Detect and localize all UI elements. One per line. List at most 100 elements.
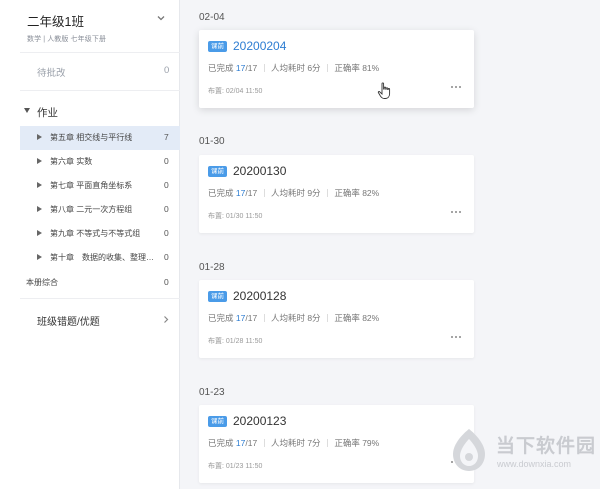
chevron-down-icon[interactable] <box>155 12 167 24</box>
sidebar-item-chapter-10[interactable]: 第十章 数据的收集、整理… 0 <box>20 246 180 270</box>
separator <box>263 314 265 322</box>
separator <box>263 64 265 72</box>
date-label: 01-28 <box>199 262 225 273</box>
ellipsis-icon[interactable] <box>449 82 463 92</box>
pending-count: 0 <box>164 65 170 76</box>
ellipsis-icon[interactable] <box>449 207 463 217</box>
chapter-count: 7 <box>164 132 169 142</box>
separator <box>326 189 328 197</box>
total-count: /17 <box>245 188 258 198</box>
done-label: 已完成 <box>208 188 234 198</box>
separator <box>326 314 328 322</box>
assignment-card[interactable]: 课前 20200128 已完成 17/17 人均耗时 8分 正确率 82% 布置… <box>199 280 474 358</box>
avg-time: 7分 <box>307 438 321 448</box>
sidebar-item-pending[interactable]: 待批改 0 <box>0 60 180 82</box>
caret-right-icon[interactable] <box>37 134 42 140</box>
assignment-tag: 课前 <box>208 291 227 302</box>
chapter-label: 第十章 数据的收集、整理… <box>50 253 154 262</box>
assignment-card[interactable]: 课前 20200123 已完成 17/17 人均耗时 7分 正确率 79% 布置… <box>199 405 474 483</box>
assignment-tag: 课前 <box>208 41 227 52</box>
caret-right-icon[interactable] <box>37 206 42 212</box>
assignment-title[interactable]: 20200130 <box>233 164 286 178</box>
accuracy-label: 正确率 <box>334 188 360 198</box>
avg-time: 6分 <box>307 63 321 73</box>
assignment-title[interactable]: 20200123 <box>233 414 286 428</box>
accuracy: 82% <box>362 313 380 323</box>
separator <box>326 64 328 72</box>
pending-label: 待批改 <box>37 68 66 79</box>
class-selector[interactable]: 二年级1班 数学 | 人教版 七年级下册 <box>0 0 180 52</box>
chevron-right-icon <box>164 316 169 323</box>
watermark: 当下软件园 www.downxia.com <box>448 427 596 477</box>
ellipsis-icon[interactable] <box>449 332 463 342</box>
watermark-url: www.downxia.com <box>497 459 572 469</box>
date-label: 01-30 <box>199 136 225 147</box>
caret-right-icon[interactable] <box>37 158 42 164</box>
accuracy: 79% <box>362 438 380 448</box>
separator <box>263 189 265 197</box>
homework-label: 作业 <box>37 107 58 119</box>
caret-right-icon[interactable] <box>37 182 42 188</box>
divider <box>20 298 180 299</box>
caret-right-icon[interactable] <box>37 254 42 260</box>
class-subtitle: 数学 | 人教版 七年级下册 <box>27 36 107 43</box>
chapter-count: 0 <box>164 252 169 262</box>
book-review-label: 本册综合 <box>26 278 58 287</box>
sidebar-item-chapter-6[interactable]: 第六章 实数 0 <box>20 150 180 174</box>
assignment-tag: 课前 <box>208 416 227 427</box>
sidebar-item-chapter-8[interactable]: 第八章 二元一次方程组 0 <box>20 198 180 222</box>
sidebar-item-chapter-7[interactable]: 第七章 平面直角坐标系 0 <box>20 174 180 198</box>
chapter-label: 第七章 平面直角坐标系 <box>50 181 133 190</box>
assigned-time: 布置: 01/30 11:50 <box>208 213 263 220</box>
avg-time: 9分 <box>307 188 321 198</box>
assignment-stats: 已完成 17/17 人均耗时 7分 正确率 79% <box>208 437 379 449</box>
chapter-count: 0 <box>164 180 169 190</box>
done-count: 17 <box>235 63 246 73</box>
date-label: 02-04 <box>199 12 225 23</box>
chapter-label: 第九章 不等式与不等式组 <box>50 229 141 238</box>
accuracy: 82% <box>362 188 380 198</box>
class-title: 二年级1班 <box>27 15 84 29</box>
avg-time-label: 人均耗时 <box>270 63 305 73</box>
chapter-label: 第五章 相交线与平行线 <box>50 133 133 142</box>
assigned-time: 布置: 01/28 11:50 <box>208 338 263 345</box>
done-count: 17 <box>235 438 246 448</box>
assignment-stats: 已完成 17/17 人均耗时 6分 正确率 81% <box>208 62 379 74</box>
chapter-count: 0 <box>164 156 169 166</box>
total-count: /17 <box>245 438 258 448</box>
sidebar-item-book-review[interactable]: 本册综合 0 <box>20 273 180 293</box>
homework-group-toggle[interactable]: 作业 <box>0 102 180 122</box>
chapter-count: 0 <box>164 228 169 238</box>
caret-right-icon[interactable] <box>37 230 42 236</box>
assignment-title[interactable]: 20200128 <box>233 289 286 303</box>
done-label: 已完成 <box>208 63 234 73</box>
done-label: 已完成 <box>208 313 234 323</box>
divider <box>20 90 180 91</box>
sidebar: 二年级1班 数学 | 人教版 七年级下册 待批改 0 作业 第五章 相交线与平行… <box>0 0 180 489</box>
accuracy-label: 正确率 <box>334 438 360 448</box>
chapter-count: 0 <box>164 204 169 214</box>
assignment-card[interactable]: 课前 20200130 已完成 17/17 人均耗时 9分 正确率 82% 布置… <box>199 155 474 233</box>
avg-time-label: 人均耗时 <box>270 313 305 323</box>
assignment-title[interactable]: 20200204 <box>233 39 286 53</box>
sidebar-item-chapter-9[interactable]: 第九章 不等式与不等式组 0 <box>20 222 180 246</box>
assignment-card[interactable]: 课前 20200204 已完成 17/17 人均耗时 6分 正确率 81% 布置… <box>199 30 474 108</box>
accuracy-label: 正确率 <box>334 63 360 73</box>
chapter-label: 第六章 实数 <box>50 157 93 166</box>
class-mistakes-label: 班级错题/优题 <box>37 317 100 328</box>
sidebar-item-chapter-5[interactable]: 第五章 相交线与平行线 7 <box>20 126 180 150</box>
total-count: /17 <box>245 63 258 73</box>
avg-time: 8分 <box>307 313 321 323</box>
total-count: /17 <box>245 313 258 323</box>
assigned-time: 布置: 01/23 11:50 <box>208 463 263 470</box>
assignment-stats: 已完成 17/17 人均耗时 9分 正确率 82% <box>208 187 379 199</box>
watermark-logo-icon <box>453 429 485 471</box>
separator <box>326 439 328 447</box>
date-label: 01-23 <box>199 387 225 398</box>
avg-time-label: 人均耗时 <box>270 188 305 198</box>
avg-time-label: 人均耗时 <box>270 438 305 448</box>
assignment-stats: 已完成 17/17 人均耗时 8分 正确率 82% <box>208 312 379 324</box>
sidebar-item-class-mistakes[interactable]: 班级错题/优题 <box>0 308 180 330</box>
separator <box>263 439 265 447</box>
chapter-label: 第八章 二元一次方程组 <box>50 205 133 214</box>
